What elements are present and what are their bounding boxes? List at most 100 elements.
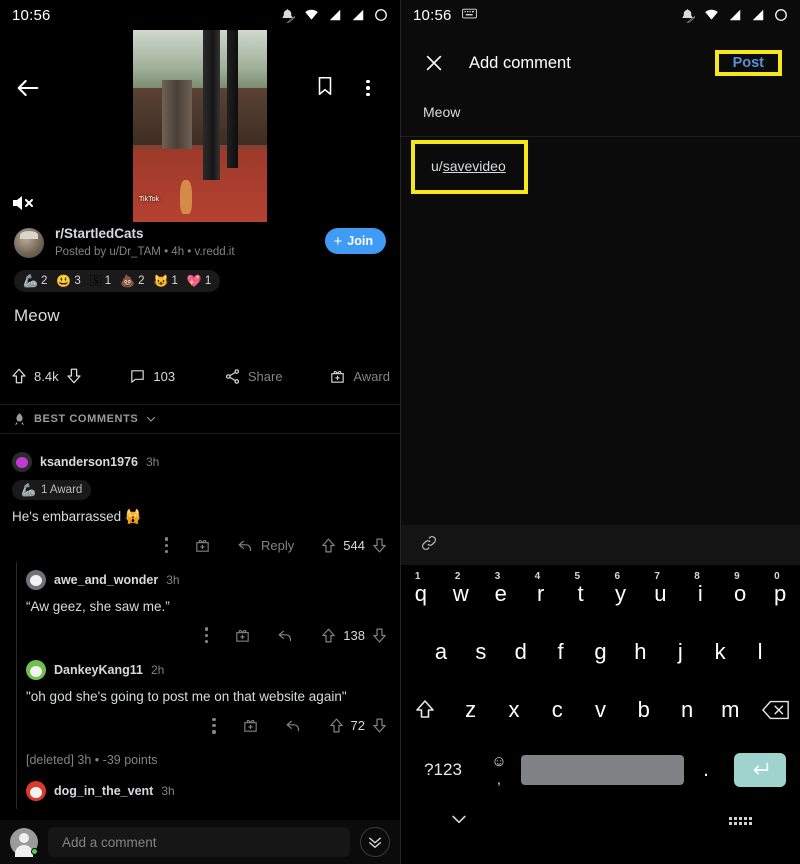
reply-icon[interactable] [277, 627, 294, 644]
backspace-icon[interactable] [752, 681, 800, 739]
key-l[interactable]: l [740, 623, 780, 681]
upvote-icon[interactable] [10, 367, 28, 385]
key-d[interactable]: d [501, 623, 541, 681]
comment-overflow-icon[interactable] [212, 717, 216, 734]
comment-editor[interactable]: u/savevideo [415, 144, 524, 190]
bell-off-icon [682, 8, 695, 23]
key-s[interactable]: s [461, 623, 501, 681]
key-p[interactable]: 0p [760, 565, 800, 623]
space-key[interactable] [521, 739, 684, 801]
key-u[interactable]: 7u [640, 565, 680, 623]
avatar[interactable] [10, 828, 38, 857]
key-e[interactable]: 3e [481, 565, 521, 623]
enter-key[interactable] [728, 739, 792, 801]
award-item[interactable]: 😃 3 [56, 275, 80, 287]
key-r[interactable]: 4r [521, 565, 561, 623]
comment-author[interactable]: awe_and_wonder [54, 573, 158, 587]
award-item[interactable]: 😺 1 [154, 275, 178, 287]
key-f[interactable]: f [541, 623, 581, 681]
subreddit-name[interactable]: r/StartledCats [55, 226, 235, 242]
video-thumbnail[interactable]: TikTok [133, 30, 267, 222]
overflow-menu-icon[interactable] [358, 74, 378, 102]
avatar[interactable] [26, 660, 46, 681]
award-item[interactable]: 💖 1 [187, 275, 211, 287]
reply-icon[interactable] [285, 717, 302, 734]
keyboard-nav-bar [401, 801, 800, 841]
gift-icon[interactable] [242, 717, 259, 734]
comment-item[interactable]: awe_and_wonder 3h “Aw geez, she saw me.”… [0, 562, 400, 661]
upvote-icon[interactable] [320, 627, 337, 644]
symbols-key[interactable]: ?123 [409, 739, 477, 801]
comment-item[interactable]: ksanderson1976 3h 🦾 1 Award He's embarra… [0, 444, 400, 562]
bookmark-icon[interactable] [314, 74, 338, 102]
comment-author[interactable]: DankeyKang11 [54, 663, 143, 677]
add-comment-input[interactable]: Add a comment [48, 827, 350, 857]
downvote-icon[interactable] [371, 717, 388, 734]
key-b[interactable]: b [622, 681, 665, 739]
key-j[interactable]: j [660, 623, 700, 681]
avatar[interactable] [26, 570, 46, 591]
downvote-icon[interactable] [371, 627, 388, 644]
on-screen-keyboard[interactable]: 1q 2w 3e 4r 5t 6y 7u 8i 9o 0p a s d f g … [401, 565, 800, 864]
back-arrow-icon[interactable] [14, 74, 42, 102]
comment-overflow-icon[interactable] [164, 537, 169, 554]
period-key[interactable]: . [684, 739, 728, 801]
link-icon[interactable] [419, 533, 439, 558]
comment-vote-group[interactable]: 544 [320, 537, 388, 554]
key-h[interactable]: h [620, 623, 660, 681]
keyboard-switch-icon[interactable] [729, 817, 752, 825]
chevron-down-icon[interactable] [449, 809, 469, 834]
key-t[interactable]: 5t [561, 565, 601, 623]
key-k[interactable]: k [700, 623, 740, 681]
post-comments-button[interactable]: 103 [129, 368, 175, 385]
key-y[interactable]: 6y [601, 565, 641, 623]
upvote-icon[interactable] [328, 717, 345, 734]
join-button[interactable]: + Join [324, 228, 386, 254]
key-o[interactable]: 9o [720, 565, 760, 623]
emoji-key[interactable]: ☺ , [477, 739, 521, 801]
post-awards[interactable]: 🦾 2 😃 3 🅂 1 💩 2 😺 1 💖 1 [14, 270, 221, 292]
gift-icon[interactable] [194, 537, 211, 554]
comment-author[interactable]: dog_in_the_vent [54, 784, 153, 798]
award-item[interactable]: 🅂 1 [90, 275, 111, 287]
comment-item[interactable]: DankeyKang11 2h "oh god she's going to p… [0, 652, 400, 775]
key-i[interactable]: 8i [680, 565, 720, 623]
key-a[interactable]: a [421, 623, 461, 681]
key-x[interactable]: x [492, 681, 535, 739]
share-button[interactable]: Share [224, 368, 283, 385]
shift-icon[interactable] [401, 681, 449, 739]
reply-button[interactable]: Reply [237, 537, 294, 554]
gift-icon[interactable] [234, 627, 251, 644]
award-button[interactable]: Award [329, 368, 390, 385]
key-q[interactable]: 1q [401, 565, 441, 623]
award-item[interactable]: 🦾 2 [23, 275, 47, 287]
avatar[interactable] [12, 452, 32, 472]
key-g[interactable]: g [581, 623, 621, 681]
key-m[interactable]: m [709, 681, 752, 739]
comment-item[interactable]: dog_in_the_vent 3h [0, 766, 400, 809]
collapse-comments-button[interactable] [360, 827, 390, 857]
close-icon[interactable] [423, 52, 445, 74]
comment-vote-group[interactable]: 138 [320, 627, 388, 644]
subreddit-avatar[interactable] [14, 228, 44, 258]
key-w[interactable]: 2w [441, 565, 481, 623]
volume-muted-icon[interactable] [10, 192, 36, 214]
comment-overflow-icon[interactable] [204, 627, 209, 644]
key-n[interactable]: n [665, 681, 708, 739]
downvote-icon[interactable] [65, 367, 83, 385]
comment-sort-bar[interactable]: BEST COMMENTS [0, 404, 400, 434]
avatar[interactable] [26, 780, 46, 801]
comments-list[interactable]: ksanderson1976 3h 🦾 1 Award He's embarra… [0, 444, 400, 820]
upvote-icon[interactable] [320, 537, 337, 554]
post-vote-group[interactable]: 8.4k [10, 367, 83, 385]
key-z[interactable]: z [449, 681, 492, 739]
key-c[interactable]: c [536, 681, 579, 739]
key-v[interactable]: v [579, 681, 622, 739]
award-item[interactable]: 💩 2 [120, 275, 144, 287]
downvote-icon[interactable] [371, 537, 388, 554]
comment-award-badge[interactable]: 🦾 1 Award [12, 480, 92, 500]
comment-vote-group[interactable]: 72 [328, 717, 388, 734]
deleted-comment[interactable]: [deleted] 3h • -39 points [26, 743, 388, 767]
comment-author[interactable]: ksanderson1976 [40, 455, 138, 469]
post-button[interactable]: Post [719, 47, 778, 79]
